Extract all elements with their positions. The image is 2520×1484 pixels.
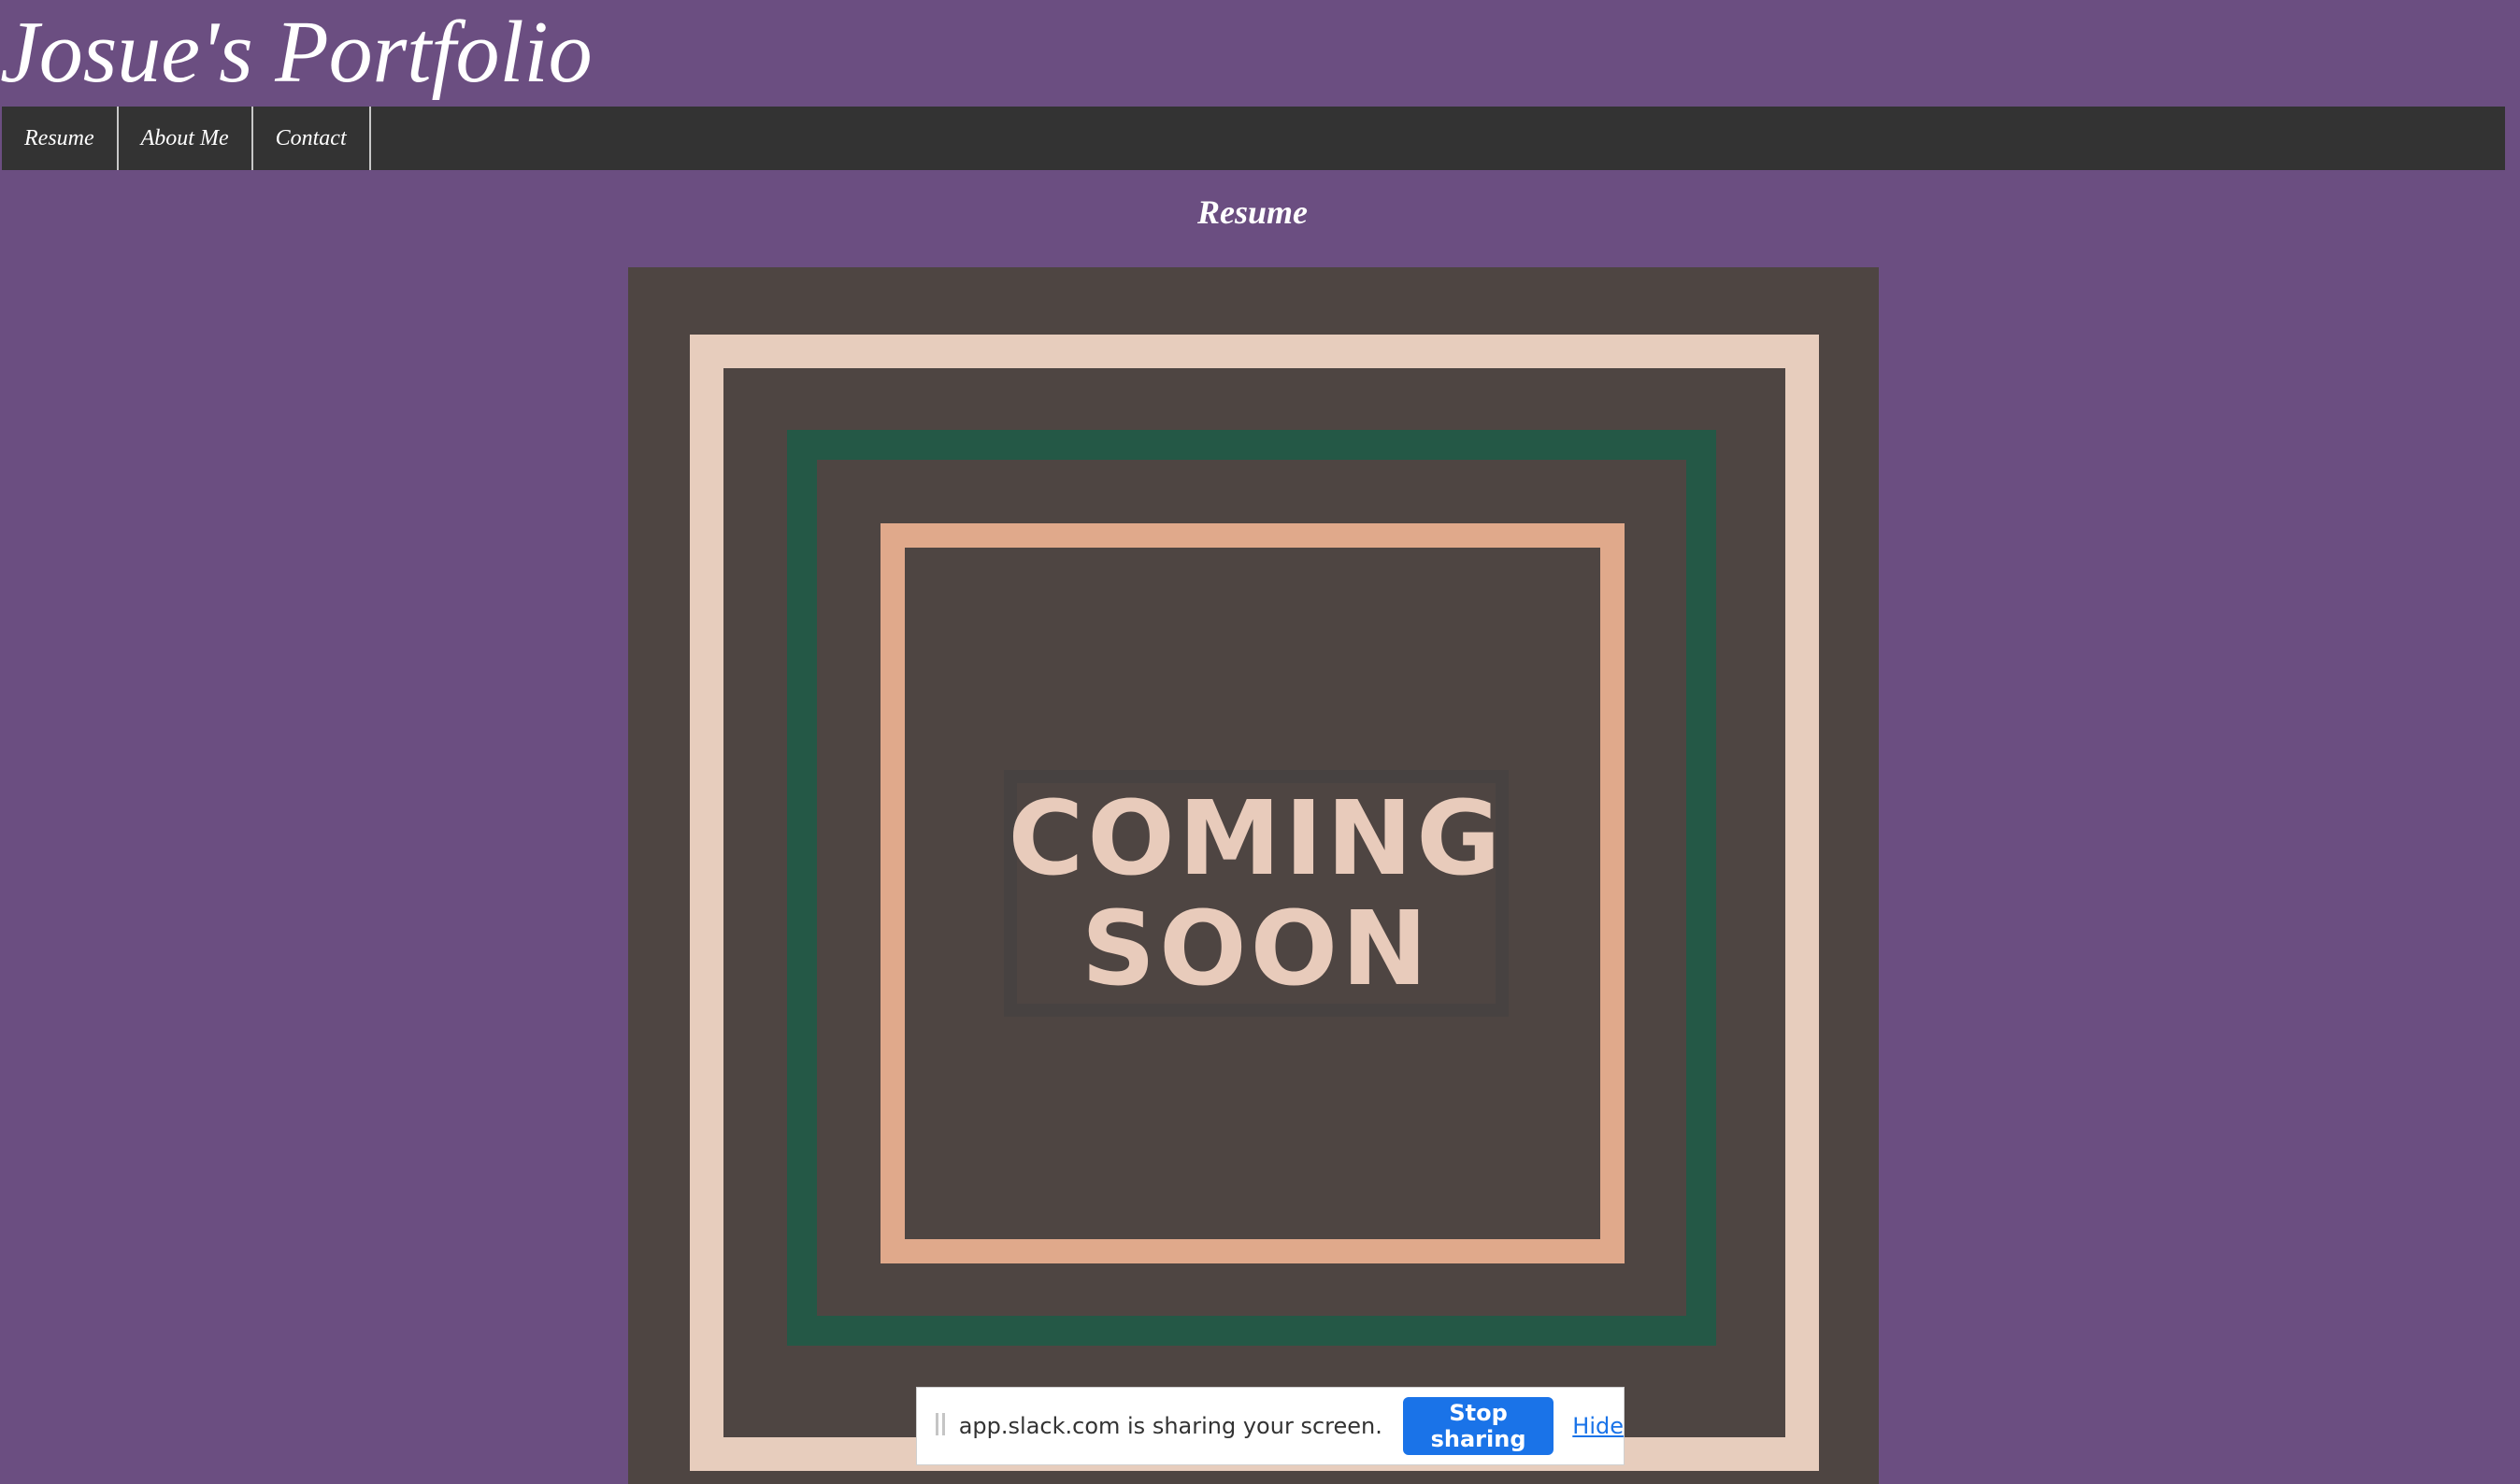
screen-share-bar: app.slack.com is sharing your screen. St…: [916, 1387, 1625, 1465]
nav-item-resume[interactable]: Resume: [2, 107, 119, 170]
nav-item-contact[interactable]: Contact: [253, 107, 371, 170]
drag-handle-icon[interactable]: [936, 1413, 948, 1439]
coming-soon-poster: COMING SOON: [628, 267, 1879, 1484]
site-title: Josue's Portfolio: [0, 4, 593, 101]
soon-text: SOON: [1081, 889, 1432, 1008]
stop-sharing-button[interactable]: Stop sharing: [1402, 1397, 1554, 1455]
nav-bar: Resume About Me Contact: [2, 107, 2505, 170]
nav-item-about-me[interactable]: About Me: [119, 107, 253, 170]
hide-link[interactable]: Hide: [1572, 1413, 1624, 1439]
coming-soon-label: COMING SOON: [1004, 770, 1509, 1017]
share-message: app.slack.com is sharing your screen.: [958, 1413, 1382, 1439]
coming-text: COMING: [1008, 778, 1505, 898]
section-heading: Resume: [1196, 193, 1308, 231]
